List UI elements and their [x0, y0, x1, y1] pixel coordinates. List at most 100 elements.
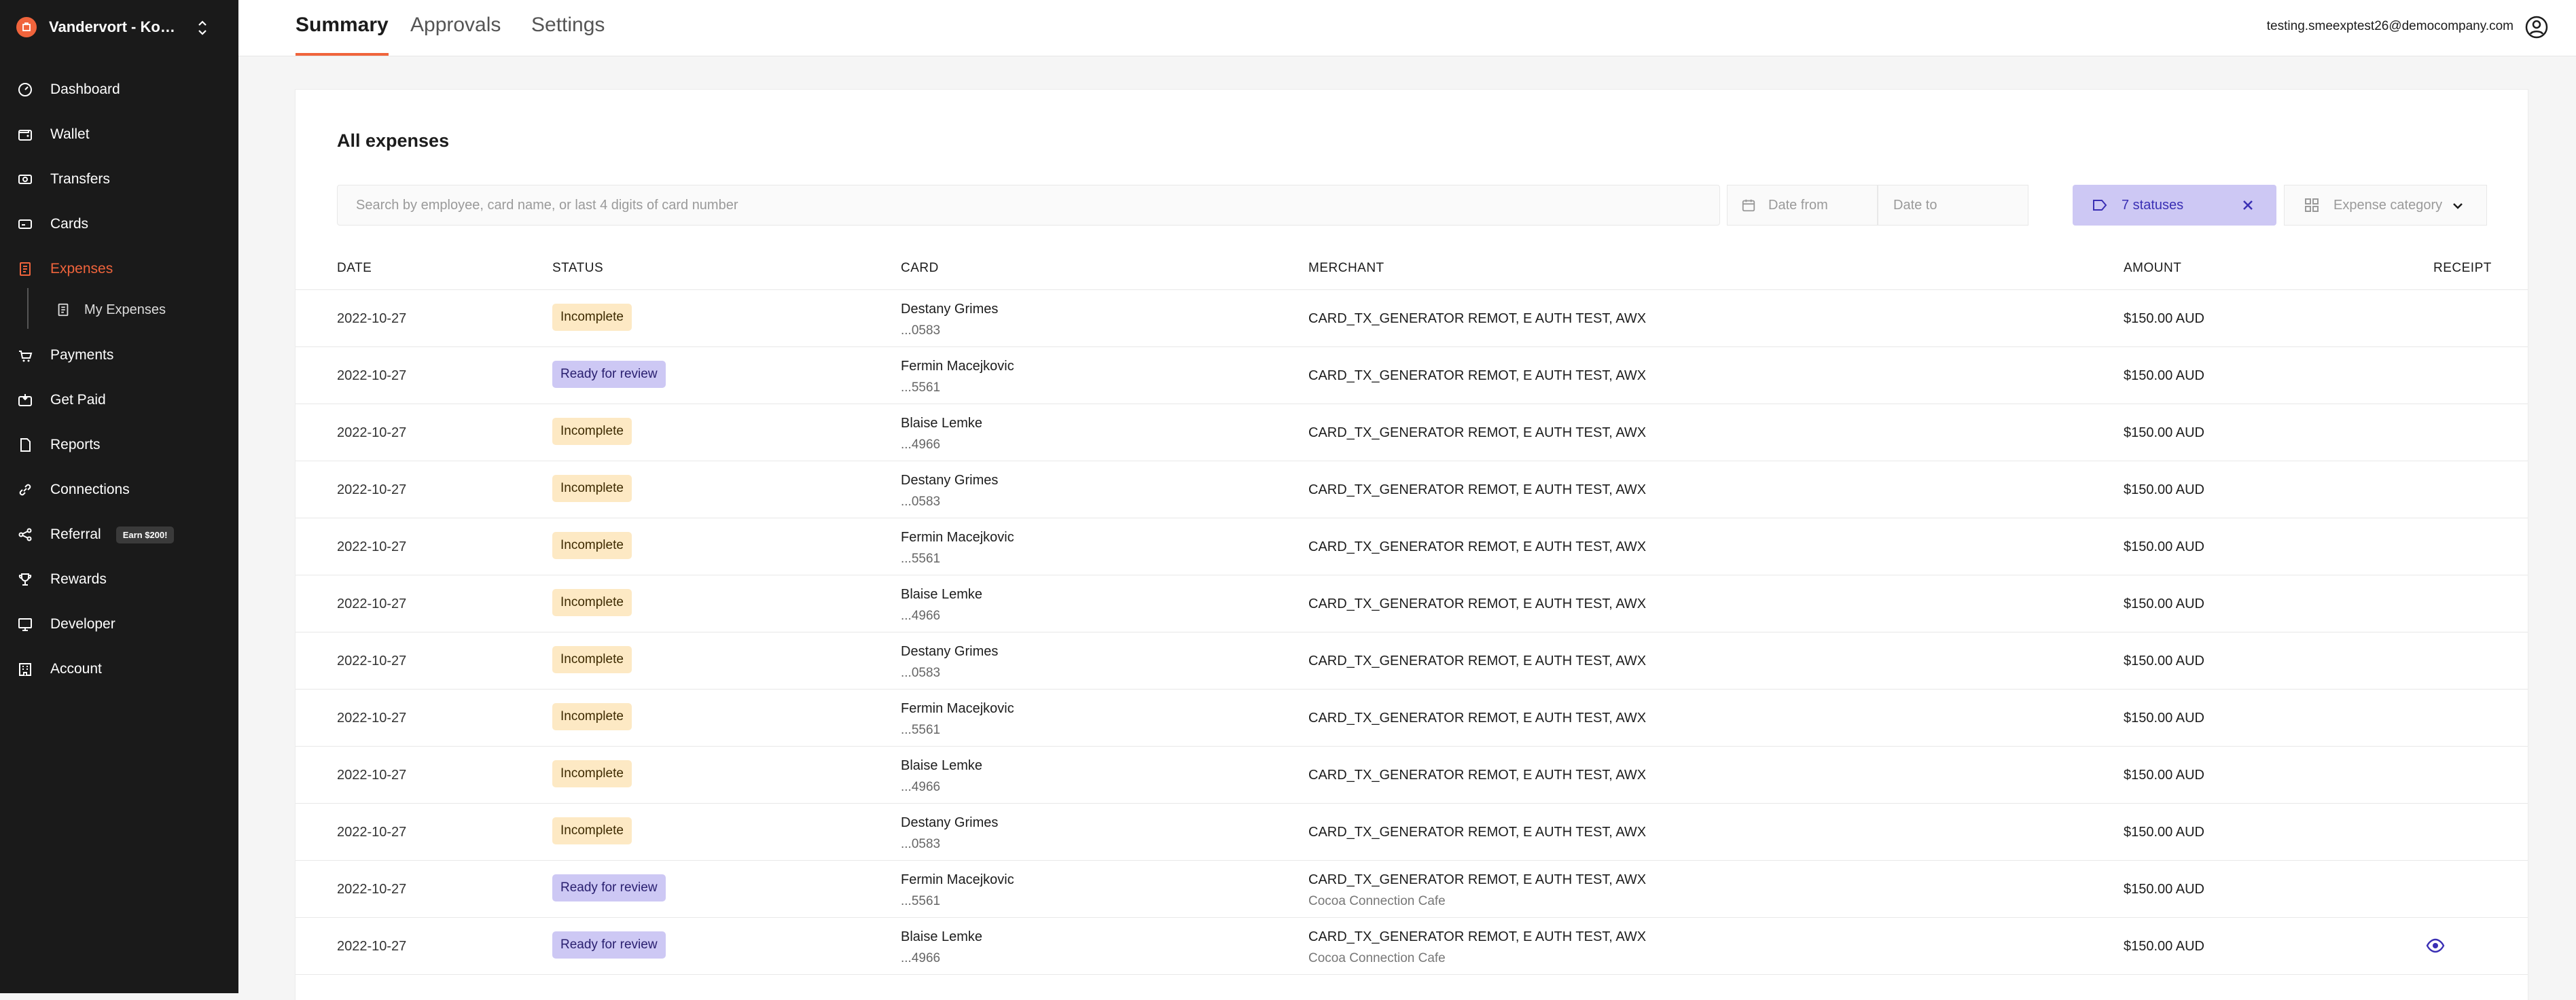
expense-amount: $150.00 AUD [2124, 825, 2204, 840]
table-row[interactable]: 2022-10-27 Incomplete Destany Grimes ...058… [296, 289, 2528, 347]
table-row[interactable]: 2022-10-27 Incomplete Blaise Lemke ...4966 C… [296, 575, 2528, 632]
transfers-icon [16, 171, 34, 188]
status-cell: Incomplete [552, 532, 632, 559]
card-holder: Blaise Lemke [901, 587, 983, 602]
eye-icon[interactable] [2426, 936, 2445, 955]
expense-amount: $150.00 AUD [2124, 482, 2204, 497]
table-row[interactable]: 2022-10-27 Incomplete Fermin Macejkovic...… [296, 518, 2528, 575]
chevron-up-down-icon[interactable] [194, 18, 211, 38]
merchant-name: CARD_TX_GENERATOR REMOT, E AUTH TEST, AW… [1308, 872, 1647, 887]
merchant-cell: CARD_TX_GENERATOR REMOT, E AUTH TEST, AW… [1308, 927, 1646, 969]
org-switcher[interactable]: Vandervort - Koc... [16, 15, 220, 39]
expense-category-select[interactable]: Expense category [2284, 185, 2487, 226]
status-cell: Incomplete [552, 589, 632, 616]
column-header-date[interactable]: DATE [337, 261, 372, 276]
expense-amount: $150.00 AUD [2124, 768, 2204, 783]
merchant-name: CARD_TX_GENERATOR REMOT, E AUTH TEST, AW… [1308, 768, 1647, 783]
status-badge: Ready for review [552, 931, 666, 959]
org-logo-icon [16, 17, 37, 37]
column-header-card[interactable]: CARD [901, 261, 939, 276]
merchant-name: CARD_TX_GENERATOR REMOT, E AUTH TEST, AW… [1308, 539, 1647, 554]
status-badge: Ready for review [552, 874, 666, 901]
status-filter-label: 7 statuses [2122, 197, 2184, 213]
sidebar-item-reports[interactable]: Reports [16, 431, 101, 459]
column-header-amount[interactable]: AMOUNT [2124, 261, 2181, 276]
sidebar-item-label: Connections [50, 482, 130, 497]
sidebar-item-my-expenses[interactable]: My Expenses [56, 296, 166, 323]
filter-bar: 7 statuses Expense category [337, 185, 2487, 227]
sidebar-item-label: Referral [50, 526, 101, 542]
date-from-field[interactable] [1727, 185, 1878, 226]
table-row[interactable]: 2022-10-27 Ready for review Fermin Macejko… [296, 346, 2528, 404]
card-holder: Destany Grimes [901, 302, 999, 317]
sidebar-item-connections[interactable]: Connections [16, 476, 130, 503]
table-row[interactable]: 2022-10-27 Incomplete Fermin Macejkovic...… [296, 689, 2528, 747]
status-cell: Incomplete [552, 304, 632, 331]
column-header-receipt: RECEIPT [2433, 261, 2492, 275]
user-email: testing.smeexptest26@democompany.com [2266, 19, 2514, 33]
expense-amount: $150.00 AUD [2124, 368, 2204, 383]
table-row[interactable]: 2022-10-27 Incomplete Destany Grimes ...058… [296, 461, 2528, 518]
card-cell: Fermin Macejkovic ...5561 [901, 356, 1014, 398]
status-badge: Ready for review [552, 361, 666, 388]
status-cell: Incomplete [552, 817, 632, 844]
column-header-status[interactable]: STATUS [552, 261, 603, 276]
status-badge: Incomplete [552, 817, 632, 844]
card-cell: Destany Grimes ...0583 [901, 812, 998, 855]
tab-approvals[interactable]: Approvals [410, 14, 501, 56]
card-holder: Blaise Lemke [901, 929, 983, 944]
table-header: DATE STATUS CARD MERCHANT AMOUNT RECEIPT [296, 247, 2528, 290]
column-header-merchant[interactable]: MERCHANT [1308, 261, 1384, 276]
sidebar-item-account[interactable]: Account [16, 656, 102, 683]
expense-date: 2022-10-27 [337, 311, 407, 326]
sidebar-item-cards[interactable]: Cards [16, 211, 88, 238]
date-from-input[interactable] [1767, 196, 1858, 214]
sidebar-item-referral[interactable]: Referral Earn $200! [16, 521, 175, 548]
status-badge: Incomplete [552, 760, 632, 787]
sidebar-item-get-paid[interactable]: Get Paid [16, 387, 106, 414]
get-paid-icon [16, 391, 34, 409]
date-to-field[interactable] [1878, 185, 2028, 226]
sidebar-item-rewards[interactable]: Rewards [16, 566, 107, 593]
merchant-name: CARD_TX_GENERATOR REMOT, E AUTH TEST, AW… [1308, 929, 1647, 944]
table-row[interactable]: 2022-10-27 Incomplete Destany Grimes ...058… [296, 803, 2528, 861]
sidebar-item-expenses[interactable]: Expenses [16, 255, 113, 283]
sidebar-item-transfers[interactable]: Transfers [16, 166, 110, 193]
share-icon [16, 526, 34, 543]
wallet-icon [16, 126, 34, 143]
tab-settings[interactable]: Settings [531, 14, 605, 56]
expense-amount: $150.00 AUD [2124, 711, 2204, 726]
sidebar-item-wallet[interactable]: Wallet [16, 121, 90, 148]
sidebar-item-label: Dashboard [50, 82, 120, 97]
search-input[interactable] [355, 196, 1719, 214]
table-row[interactable]: 2022-10-27 Incomplete Destany Grimes ...058… [296, 632, 2528, 690]
sidebar-item-payments[interactable]: Payments [16, 342, 113, 369]
status-cell: Incomplete [552, 760, 632, 787]
status-cell: Ready for review [552, 874, 666, 901]
expense-amount: $150.00 AUD [2124, 939, 2204, 954]
category-placeholder: Expense category [2333, 197, 2443, 213]
user-avatar-icon[interactable] [2524, 15, 2549, 39]
table-row[interactable]: 2022-10-27 Ready for review Blaise Lemke..… [296, 917, 2528, 975]
sidebar-item-dashboard[interactable]: Dashboard [16, 76, 120, 103]
merchant-name: CARD_TX_GENERATOR REMOT, E AUTH TEST, AW… [1308, 368, 1647, 383]
card-last4: ...0583 [901, 495, 941, 509]
expense-date: 2022-10-27 [337, 711, 407, 726]
sidebar-item-label: Account [50, 661, 102, 677]
status-cell: Ready for review [552, 361, 666, 388]
close-icon[interactable] [2240, 197, 2256, 213]
table-row[interactable]: 2022-10-27 Incomplete Blaise Lemke ...4966 C… [296, 746, 2528, 804]
expense-amount: $150.00 AUD [2124, 311, 2204, 326]
trophy-icon [16, 571, 34, 588]
tab-summary[interactable]: Summary [296, 14, 389, 56]
card-cell: Blaise Lemke ...4966 [901, 927, 982, 969]
date-to-input[interactable] [1892, 196, 1983, 214]
grid-icon [2305, 198, 2319, 212]
sidebar-item-developer[interactable]: Developer [16, 611, 115, 638]
status-filter[interactable]: 7 statuses [2073, 185, 2276, 226]
expense-date: 2022-10-27 [337, 425, 407, 440]
card-holder: Fermin Macejkovic [901, 872, 1014, 887]
table-row[interactable]: 2022-10-27 Incomplete Blaise Lemke ...4966 C… [296, 404, 2528, 461]
cards-icon [16, 215, 34, 233]
table-row[interactable]: 2022-10-27 Ready for review Fermin Macejko… [296, 860, 2528, 918]
